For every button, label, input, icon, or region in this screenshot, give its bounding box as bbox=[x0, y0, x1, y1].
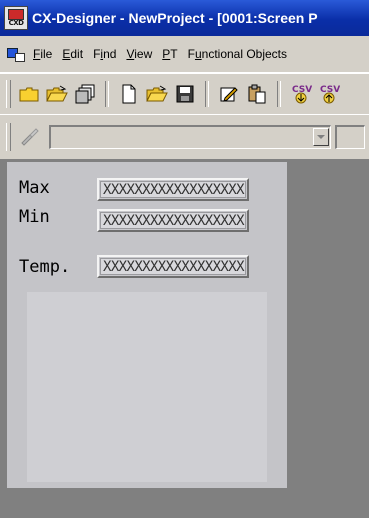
app-icon-label: CXD bbox=[8, 19, 24, 27]
main-toolbar: CSV CSV bbox=[0, 73, 369, 115]
field-value: XXXXXXXXXXXXXXXXXX bbox=[100, 212, 246, 229]
label-min[interactable]: Min bbox=[19, 207, 50, 227]
menu-functional-objects[interactable]: Functional Objects bbox=[183, 47, 292, 61]
label-max[interactable]: Max bbox=[19, 178, 50, 198]
copy-screens-icon[interactable] bbox=[73, 82, 97, 106]
menu-pt[interactable]: PT bbox=[157, 47, 182, 61]
graph-panel[interactable] bbox=[27, 292, 267, 482]
document-window-icon[interactable] bbox=[7, 47, 25, 62]
menu-edit[interactable]: Edit bbox=[57, 47, 88, 61]
cx-designer-app-icon[interactable]: CXD bbox=[4, 6, 28, 30]
csv-import-icon[interactable]: CSV bbox=[289, 82, 313, 106]
toolbar-grip[interactable] bbox=[6, 123, 11, 151]
window-title: CX-Designer - NewProject - [0001:Screen … bbox=[32, 10, 318, 26]
toolbar-separator bbox=[277, 81, 281, 107]
brush-icon bbox=[17, 125, 41, 149]
object-selector-combobox[interactable] bbox=[49, 125, 331, 149]
chevron-down-icon[interactable] bbox=[313, 128, 329, 146]
menu-view[interactable]: View bbox=[121, 47, 157, 61]
csv-export-icon[interactable]: CSV bbox=[317, 82, 341, 106]
paste-icon[interactable] bbox=[245, 82, 269, 106]
open-folder-icon[interactable] bbox=[45, 82, 69, 106]
open-icon[interactable] bbox=[145, 82, 169, 106]
title-bar[interactable]: CXD CX-Designer - NewProject - [0001:Scr… bbox=[0, 0, 369, 36]
workspace: Max XXXXXXXXXXXXXXXXXX Min XXXXXXXXXXXXX… bbox=[0, 160, 369, 518]
screen-canvas[interactable]: Max XXXXXXXXXXXXXXXXXX Min XXXXXXXXXXXXX… bbox=[7, 162, 287, 488]
menu-find[interactable]: Find bbox=[88, 47, 121, 61]
toolbar-separator bbox=[205, 81, 209, 107]
save-icon[interactable] bbox=[173, 82, 197, 106]
numeric-display-temp[interactable]: XXXXXXXXXXXXXXXXXX bbox=[97, 255, 249, 278]
field-value: XXXXXXXXXXXXXXXXXX bbox=[100, 258, 246, 275]
label-temp[interactable]: Temp. bbox=[19, 257, 70, 277]
new-document-icon[interactable] bbox=[117, 82, 141, 106]
numeric-display-max[interactable]: XXXXXXXXXXXXXXXXXX bbox=[97, 178, 249, 201]
property-combobox[interactable] bbox=[335, 125, 365, 149]
object-toolbar bbox=[0, 114, 369, 160]
menu-file[interactable]: File bbox=[28, 47, 57, 61]
edit-icon[interactable] bbox=[217, 82, 241, 106]
toolbar-grip[interactable] bbox=[6, 80, 11, 108]
field-value: XXXXXXXXXXXXXXXXXX bbox=[100, 181, 246, 198]
folder-icon[interactable] bbox=[17, 82, 41, 106]
numeric-display-min[interactable]: XXXXXXXXXXXXXXXXXX bbox=[97, 209, 249, 232]
toolbar-separator bbox=[105, 81, 109, 107]
menu-bar: File Edit Find View PT Functional Object… bbox=[0, 36, 369, 73]
